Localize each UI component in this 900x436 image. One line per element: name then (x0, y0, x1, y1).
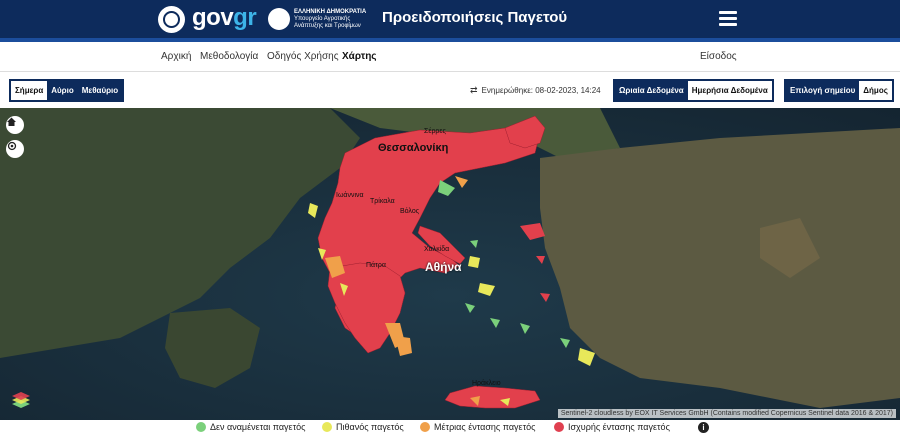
layers-icon[interactable] (10, 390, 32, 412)
daily-data-button[interactable]: Ημερήσια Δεδομένα (687, 81, 772, 100)
home-icon[interactable] (6, 116, 24, 134)
frost-legend: Δεν αναμένεται παγετός Πιθανός παγετός Μ… (0, 420, 900, 436)
nav-item-home[interactable]: Αρχική (161, 51, 191, 62)
greek-emblem-icon (158, 6, 185, 33)
day-selector: Σήμερα Αύριο Μεθαύριο (9, 79, 125, 102)
legend-item-possible-frost: Πιθανός παγετός (322, 422, 404, 432)
legend-item-moderate-frost: Μέτριας έντασης παγετός (420, 422, 535, 432)
map-label-volos: Βόλος (400, 208, 420, 215)
nav-item-user-guide[interactable]: Οδηγός Χρήσης (267, 51, 339, 62)
frost-map[interactable]: Σέρρες Θεσσαλονίκη Ιωάννινα Τρίκαλα Βόλο… (0, 108, 900, 420)
last-updated: ⇄ Ενημερώθηκε: 08-02-2023, 14:24 (470, 85, 601, 96)
map-label-irakleio: Ηράκλειο (472, 380, 501, 387)
legend-dot-green (196, 422, 206, 432)
point-select-button[interactable]: Επιλογή σημείου (786, 81, 859, 100)
legend-dot-yellow (322, 422, 332, 432)
govgr-logo[interactable]: govgr (192, 4, 257, 32)
hamburger-menu-icon[interactable] (719, 11, 737, 27)
nav-item-map[interactable]: Χάρτης (342, 51, 377, 62)
legend-item-no-frost: Δεν αναμένεται παγετός (196, 422, 305, 432)
map-label-athina: Αθήνα (425, 260, 462, 274)
legend-item-severe-frost: Ισχυρής έντασης παγετός (554, 422, 670, 432)
hourly-data-button[interactable]: Ωριαία Δεδομένα (615, 81, 688, 100)
today-button[interactable]: Σήμερα (11, 81, 48, 100)
tomorrow-button[interactable]: Αύριο (47, 81, 78, 100)
point-selector: Επιλογή σημείου Δήμος (784, 79, 894, 102)
top-header: govgr ΕΛΛΗΝΙΚΗ ΔΗΜΟΚΡΑΤΙΑ Υπουργείο Αγρο… (0, 0, 900, 38)
page-title: Προειδοποιήσεις Παγετού (382, 9, 568, 26)
map-attribution[interactable]: Sentinel-2 cloudless by EOX IT Services … (557, 409, 896, 418)
data-type-selector: Ωριαία Δεδομένα Ημερήσια Δεδομένα (613, 79, 774, 102)
locate-icon[interactable] (6, 140, 24, 158)
map-label-serres: Σέρρες (424, 128, 446, 135)
ministry-emblem-icon (268, 8, 290, 30)
main-nav: Αρχική Μεθοδολογία Οδηγός Χρήσης Χάρτης … (0, 42, 900, 72)
legend-dot-orange (420, 422, 430, 432)
info-icon[interactable]: i (698, 422, 709, 433)
map-controls: Σήμερα Αύριο Μεθαύριο ⇄ Ενημερώθηκε: 08-0… (0, 72, 900, 108)
day-after-tomorrow-button[interactable]: Μεθαύριο (78, 81, 122, 100)
refresh-icon[interactable]: ⇄ (470, 85, 478, 96)
nav-item-methodology[interactable]: Μεθοδολογία (200, 51, 258, 62)
map-label-trikala: Τρίκαλα (370, 198, 395, 205)
yellow-zone-attica (468, 256, 480, 268)
legend-dot-red (554, 422, 564, 432)
map-label-thessaloniki: Θεσσαλονίκη (378, 142, 449, 154)
login-link[interactable]: Είσοδος (700, 51, 737, 62)
map-label-ioannina: Ιωάννινα (336, 192, 364, 199)
ministry-name: ΕΛΛΗΝΙΚΗ ΔΗΜΟΚΡΑΤΙΑ Υπουργείο Αγροτικής … (294, 9, 367, 29)
map-label-chalkida: Χαλκίδα (424, 246, 450, 253)
map-label-patra: Πάτρα (366, 262, 386, 269)
municipality-button[interactable]: Δήμος (859, 81, 892, 100)
